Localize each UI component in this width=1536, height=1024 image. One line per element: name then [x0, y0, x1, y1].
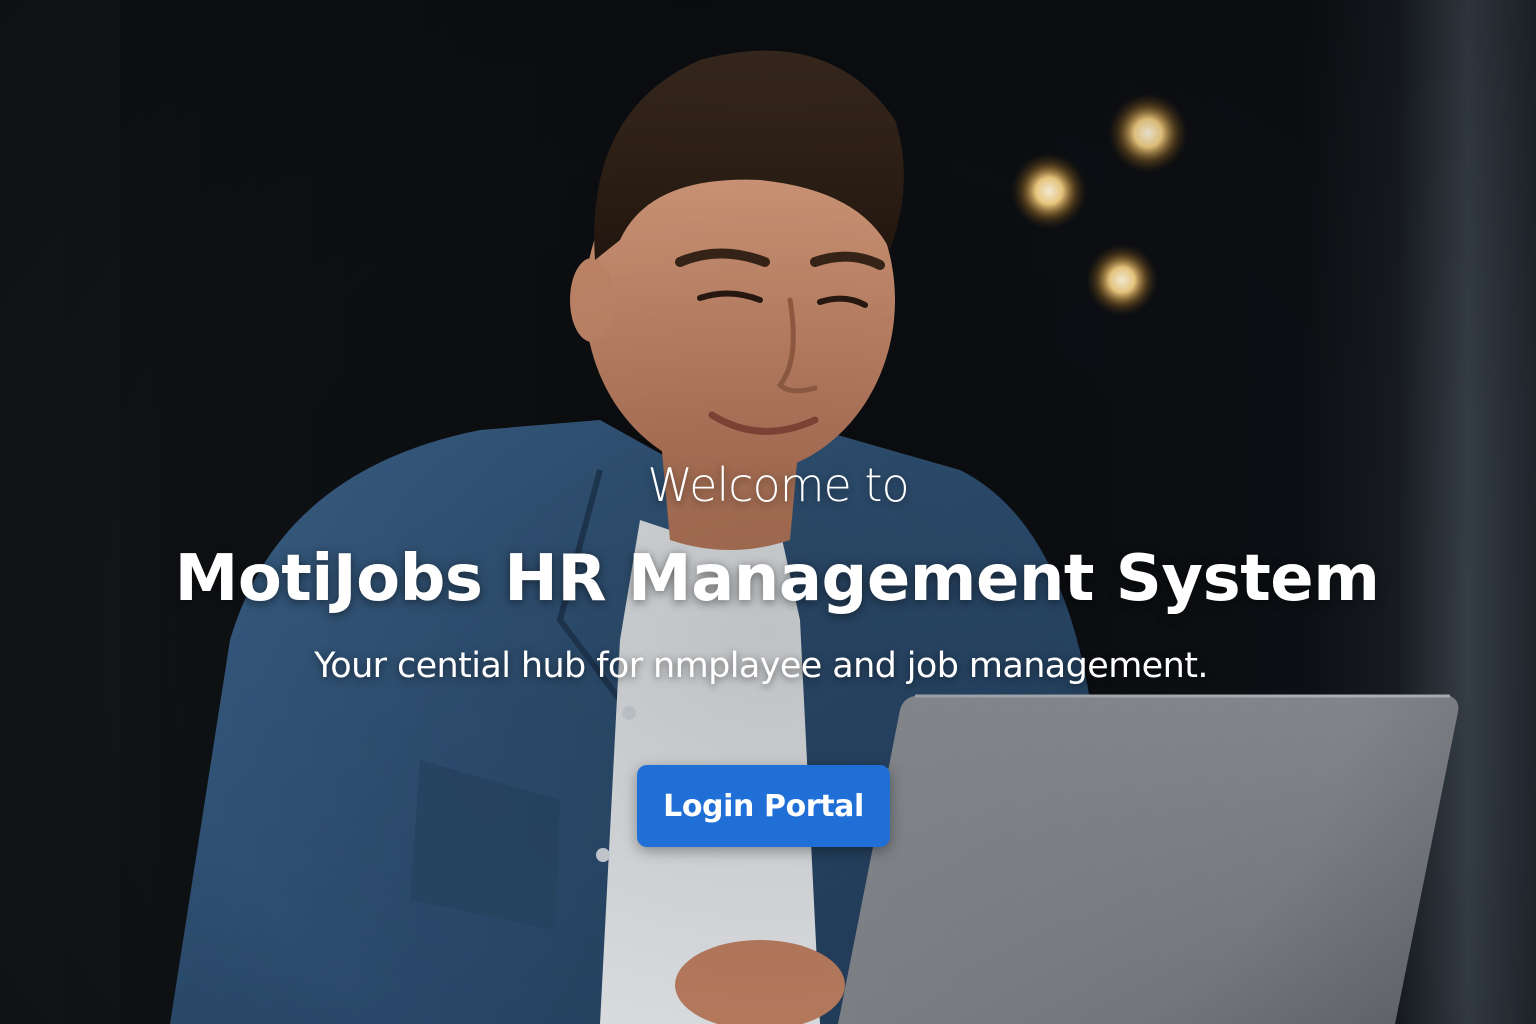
- welcome-text: Welcome to: [647, 458, 909, 512]
- hero-content: Welcome to MotiJobs HR Management System…: [0, 0, 1536, 1024]
- hero-section: Welcome to MotiJobs HR Management System…: [0, 0, 1536, 1024]
- page-subtitle: Your cential hub for nmplayee and job ma…: [314, 646, 1208, 686]
- login-portal-button[interactable]: Login Portal: [637, 765, 890, 847]
- page-title: MotiJobs HR Management System: [174, 542, 1380, 616]
